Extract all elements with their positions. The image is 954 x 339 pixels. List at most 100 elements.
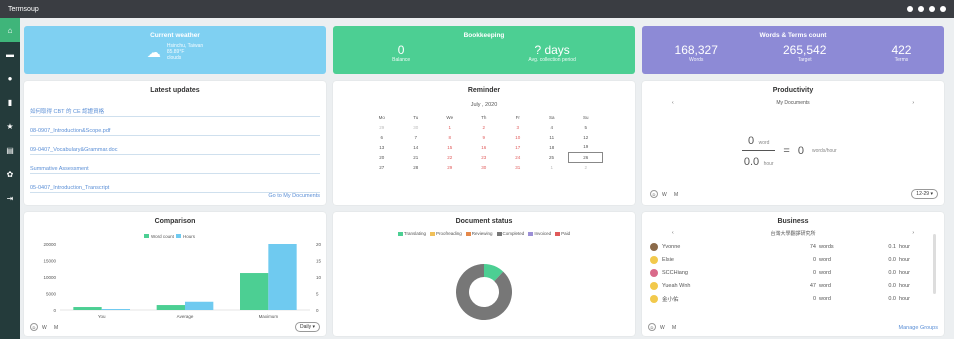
calendar-day[interactable]: 7	[399, 132, 433, 142]
weekday-label: Th	[481, 115, 487, 120]
legend-item: Paid	[555, 231, 570, 236]
words-label: Words	[689, 57, 704, 63]
calendar-day[interactable]: 12	[569, 132, 603, 142]
calendar-day[interactable]: 28	[399, 162, 433, 172]
calendar-day[interactable]: 3	[501, 122, 535, 132]
calendar-day[interactable]: 30	[467, 162, 501, 172]
manage-groups-link[interactable]: Manage Groups	[899, 325, 938, 331]
weekday-label: Tu	[413, 115, 419, 120]
scrollbar[interactable]	[933, 234, 936, 294]
notification-icon[interactable]	[918, 6, 924, 12]
tab-day[interactable]: D	[650, 190, 658, 198]
calendar-day[interactable]: 1	[433, 122, 467, 132]
home-icon[interactable]: ⌂	[0, 18, 20, 42]
settings-icon[interactable]	[929, 6, 935, 12]
go-to-documents-link[interactable]: Go to My Documents	[268, 193, 320, 199]
calendar-day[interactable]: 11	[535, 132, 569, 142]
bar-hours[interactable]	[268, 244, 297, 310]
weekday-label: Fr	[515, 115, 520, 120]
logout-icon[interactable]: ⇥	[0, 186, 20, 210]
chevron-right-icon[interactable]: ›	[912, 100, 914, 106]
settings-icon[interactable]: ✿	[0, 162, 20, 186]
member-row[interactable]: 金小佑 0 word 0.0 hour	[650, 292, 926, 305]
chevron-right-icon[interactable]: ›	[912, 230, 914, 237]
calendar-day[interactable]: 25	[535, 152, 569, 162]
user-icon[interactable]	[940, 6, 946, 12]
calendar-day[interactable]: 27	[365, 162, 399, 172]
bar-word-count[interactable]	[240, 273, 269, 310]
calendar-day[interactable]: 21	[399, 152, 433, 162]
app-title: Termsoup	[8, 5, 39, 13]
y-tick-label: 0	[53, 308, 56, 313]
update-item[interactable]: Summative Assessment	[30, 166, 89, 172]
update-item[interactable]: 05-0407_Introduction_Transcript	[30, 185, 109, 191]
legend-swatch	[465, 231, 471, 236]
calendar-day[interactable]: 10	[501, 132, 535, 142]
tab-month[interactable]: M	[672, 325, 676, 331]
tab-week[interactable]: W	[42, 325, 47, 331]
calendar-day[interactable]: 20	[365, 152, 399, 162]
calendar-day[interactable]: 2	[569, 162, 603, 172]
calendar-day[interactable]: 6	[365, 132, 399, 142]
member-row[interactable]: Yueah Wnh 47 word 0.0 hour	[650, 279, 926, 292]
reminder-card: Reminder July , 2020 Mo Tu We Th Fr Sa Su 29 30…	[333, 81, 635, 205]
calendar-day[interactable]: 29	[433, 162, 467, 172]
y2-tick-label: 5	[316, 292, 319, 297]
document-status-title: Document status	[455, 218, 513, 225]
chevron-left-icon[interactable]: ‹	[672, 100, 674, 106]
tab-month[interactable]: M	[54, 325, 58, 331]
bar-hours[interactable]	[185, 301, 214, 310]
update-item[interactable]: 如何取得 CBT 的 CE 認證資格	[30, 109, 104, 115]
document-status-card: Document status Translating Proofreading R…	[333, 212, 635, 336]
calendar-day[interactable]: 26	[568, 151, 604, 163]
legend-swatch	[528, 231, 534, 236]
date-dropdown[interactable]: 12-29 ▾	[911, 189, 938, 199]
calendar-day[interactable]: 29	[365, 122, 399, 132]
calendar-day[interactable]: 22	[433, 152, 467, 162]
bar-hours[interactable]	[101, 309, 130, 310]
legend-label: Completed	[502, 231, 525, 236]
donut-slice[interactable]	[456, 264, 512, 320]
tab-day[interactable]: D	[30, 323, 38, 331]
document-icon[interactable]: ▮	[0, 90, 20, 114]
tab-month[interactable]: M	[674, 192, 678, 198]
calendar-day[interactable]: 19	[569, 142, 603, 152]
tab-week[interactable]: W	[660, 325, 665, 331]
calendar-day[interactable]: 1	[535, 162, 569, 172]
bar-word-count[interactable]	[156, 305, 185, 310]
status-donut	[456, 264, 512, 320]
calendar-day[interactable]: 4	[535, 122, 569, 132]
chat-icon[interactable]	[907, 6, 913, 12]
calendar-day[interactable]: 24	[501, 152, 535, 162]
member-name: 金小佑	[662, 296, 679, 303]
calendar-day[interactable]: 9	[467, 132, 501, 142]
calendar-day[interactable]: 31	[501, 162, 535, 172]
member-row[interactable]: Elsie 0 word 0.0 hour	[650, 253, 926, 266]
calendar-day[interactable]: 17	[501, 142, 535, 152]
update-item[interactable]: 08-0907_Introduction&Scope.pdf	[30, 128, 110, 134]
calendar-day[interactable]: 14	[399, 142, 433, 152]
bar-word-count[interactable]	[73, 307, 102, 310]
tab-week[interactable]: W	[662, 192, 667, 198]
calendar-day[interactable]: 16	[467, 142, 501, 152]
calendar-day[interactable]: 13	[365, 142, 399, 152]
chevron-left-icon[interactable]: ‹	[672, 230, 674, 237]
tab-day[interactable]: D	[648, 323, 656, 331]
calendar-day[interactable]: 30	[399, 122, 433, 132]
business-subtitle: 台灣大學翻譯研究所	[770, 231, 816, 237]
calendar-day[interactable]: 2	[467, 122, 501, 132]
star-icon[interactable]: ★	[0, 114, 20, 138]
calendar-day[interactable]: 5	[569, 122, 603, 132]
person-icon[interactable]: ●	[0, 66, 20, 90]
calendar-day[interactable]: 18	[535, 142, 569, 152]
period-dropdown[interactable]: Daily ▾	[294, 322, 320, 332]
update-item[interactable]: 09-0407_Vocabulary&Grammar.doc	[30, 147, 117, 153]
member-row[interactable]: Yvonne 74 words 0.1 hour	[650, 240, 926, 253]
folder-icon[interactable]: ▬	[0, 42, 20, 66]
calendar-day[interactable]: 23	[467, 152, 501, 162]
calendar-icon[interactable]: ▤	[0, 138, 20, 162]
calendar-day[interactable]: 15	[433, 142, 467, 152]
calendar-day[interactable]: 8	[433, 132, 467, 142]
days-label: Avg. collection period	[528, 57, 576, 63]
member-row[interactable]: SCCHiang 0 word 0.0 hour	[650, 266, 926, 279]
